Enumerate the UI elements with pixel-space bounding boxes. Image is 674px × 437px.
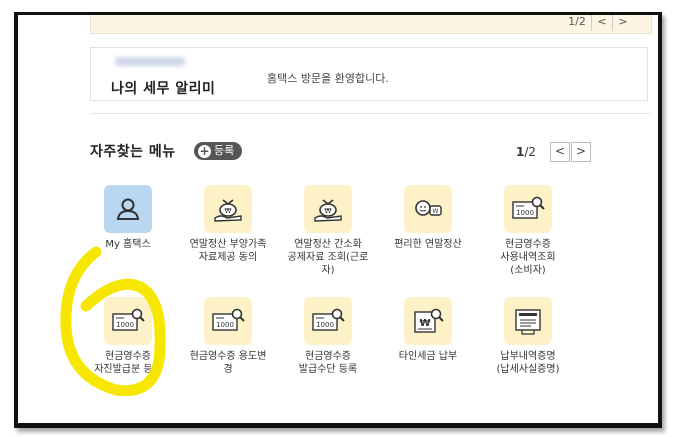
- menu-item-label: 납부내역증명 (납세사실증명): [496, 351, 560, 375]
- menu-item-cash-receipt-history[interactable]: 1000 현금영수증 사용내역조회 (소비자): [478, 185, 578, 277]
- menu-item-dependents-consent[interactable]: ₩ 연말정산 부양가족 자료제공 동의: [178, 185, 278, 264]
- receipt-search-icon: 1000: [304, 297, 352, 345]
- divider: [90, 113, 650, 114]
- favorites-grid: My 홈택스 ₩ 연말정산 부양가족 자료제공 동의 ₩ 연말정산 간소화 공제…: [78, 185, 598, 415]
- svg-text:₩: ₩: [419, 318, 430, 329]
- top-pager: 1/2 < >: [563, 15, 633, 31]
- menu-item-cash-receipt-purpose-change[interactable]: 1000 현금영수증 용도변 경: [178, 297, 278, 376]
- certificate-icon: [504, 297, 552, 345]
- menu-item-my-hometax[interactable]: My 홈택스: [78, 185, 178, 251]
- receipt-search-icon: 1000: [204, 297, 252, 345]
- menu-item-third-party-tax-payment[interactable]: ₩ 타인세금 납부: [378, 297, 478, 363]
- chat-won-icon: W: [404, 185, 452, 233]
- menu-item-label: 현금영수증 발급수단 등록: [298, 351, 358, 375]
- register-label: 등록: [214, 144, 235, 157]
- top-banner: 1/2 < >: [90, 15, 652, 34]
- tax-notice-panel: 나의 세무 알리미 홈택스 방문을 환영합니다.: [90, 47, 648, 101]
- top-pager-indicator: 1/2: [568, 15, 586, 28]
- tax-notice-title: 나의 세무 알리미: [111, 81, 216, 97]
- menu-item-label: 현금영수증 사용내역조회 (소비자): [500, 239, 556, 276]
- menu-item-payment-certificate[interactable]: 납부내역증명 (납세사실증명): [478, 297, 578, 376]
- svg-text:1000: 1000: [116, 321, 134, 329]
- menu-item-label: 연말정산 부양가족 자료제공 동의: [189, 239, 267, 263]
- menu-item-label: 현금영수증 자진발급분 등록: [94, 351, 162, 375]
- svg-text:₩: ₩: [225, 207, 232, 215]
- receipt-search-icon: 1000: [504, 185, 552, 233]
- won-search-icon: ₩: [404, 297, 452, 345]
- user-name-blurred: [115, 57, 185, 66]
- receipt-search-icon: 1000: [104, 297, 152, 345]
- prev-page-button[interactable]: <: [550, 142, 570, 162]
- menu-item-label: 편리한 연말정산: [394, 239, 462, 250]
- menu-item-simplified-deduction[interactable]: ₩ 연말정산 간소화 공제자료 조회(근로 자): [278, 185, 378, 277]
- money-bag-icon: ₩: [204, 185, 252, 233]
- favorites-title: 자주찾는 메뉴: [90, 144, 176, 160]
- money-bag-icon: ₩: [304, 185, 352, 233]
- menu-item-label: My 홈택스: [105, 239, 151, 250]
- menu-item-label: 타인세금 납부: [398, 351, 458, 362]
- menu-item-cash-receipt-method-register[interactable]: 1000 현금영수증 발급수단 등록: [278, 297, 378, 376]
- menu-item-cash-receipt-self-issue[interactable]: 1000 현금영수증 자진발급분 등록: [78, 297, 178, 376]
- menu-item-label: 연말정산 간소화 공제자료 조회(근로 자): [287, 239, 369, 276]
- svg-text:1000: 1000: [316, 321, 334, 329]
- plus-icon: +: [198, 143, 211, 158]
- page-indicator: 1/2: [516, 145, 536, 159]
- svg-text:1000: 1000: [516, 209, 534, 217]
- user-icon: [104, 185, 152, 233]
- menu-item-label: 현금영수증 용도변 경: [189, 351, 267, 375]
- top-pager-prev-button[interactable]: <: [591, 15, 612, 31]
- welcome-message: 홈택스 방문을 환영합니다.: [267, 72, 389, 85]
- page-total: /2: [524, 145, 537, 159]
- menu-item-easy-year-end[interactable]: W 편리한 연말정산: [378, 185, 478, 251]
- browser-frame: 1/2 < > 나의 세무 알리미 홈택스 방문을 환영합니다. 자주찾는 메뉴…: [14, 12, 662, 428]
- top-pager-next-button[interactable]: >: [612, 15, 633, 31]
- next-page-button[interactable]: >: [571, 142, 591, 162]
- svg-text:₩: ₩: [325, 207, 332, 215]
- svg-text:W: W: [433, 208, 439, 215]
- svg-text:1000: 1000: [216, 321, 234, 329]
- register-button[interactable]: + 등록: [194, 142, 243, 160]
